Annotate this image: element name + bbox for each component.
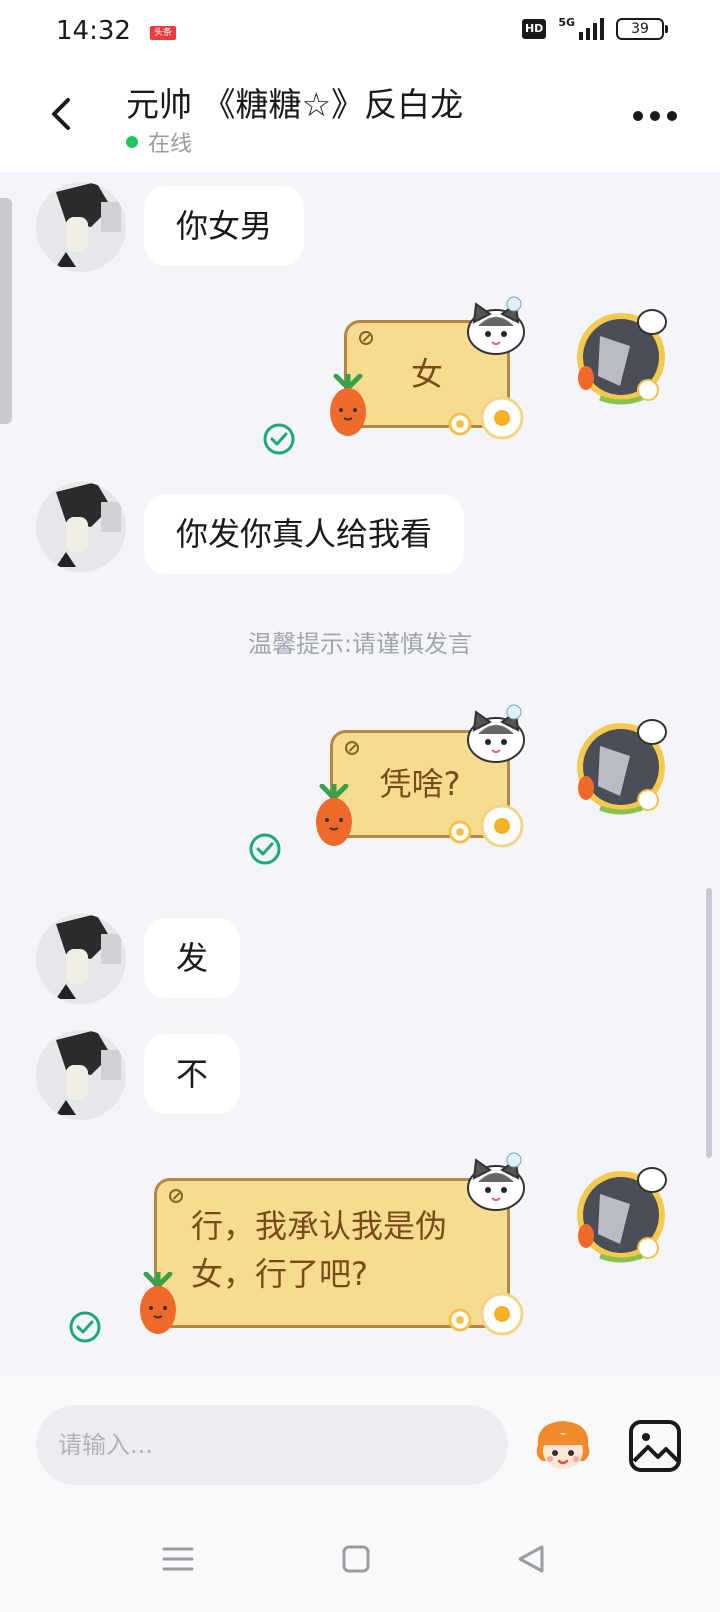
status-time: 14:32 <box>56 16 131 46</box>
message-input[interactable] <box>36 1405 508 1485</box>
system-nav-bar <box>0 1507 720 1612</box>
message-text: 凭啥? <box>379 765 461 803</box>
read-check-icon <box>69 1311 101 1343</box>
bubble-pin-icon <box>359 331 373 345</box>
contact-avatar[interactable] <box>36 1030 126 1120</box>
image-icon[interactable] <box>626 1417 684 1475</box>
hd-badge: HD <box>521 19 547 39</box>
message-list[interactable]: 你女男 女 你发你真人给我看 温馨提示:请谨慎发言 凭啥? 发 不 行，我承认我… <box>0 172 720 1377</box>
carrot-icon <box>330 374 366 436</box>
cat-sticker-icon <box>467 704 525 763</box>
message-text-line-1: 行，我承认我是伪 <box>191 1207 448 1245</box>
message-bubble-left[interactable]: 你发你真人给我看 <box>144 494 465 574</box>
emoji-face-icon[interactable] <box>532 1415 594 1477</box>
cat-sticker-icon <box>467 1152 525 1211</box>
battery-icon: 39 <box>616 18 668 40</box>
battery-level: 39 <box>631 21 649 37</box>
message-bubble-left[interactable]: 不 <box>144 1034 241 1114</box>
carrot-icon <box>140 1272 176 1334</box>
my-avatar[interactable] <box>570 716 672 818</box>
egg-flower-icon <box>448 396 524 440</box>
network-type: 5G <box>558 15 575 29</box>
scrollbar-thumb[interactable] <box>706 888 712 1158</box>
contact-avatar[interactable] <box>36 482 126 572</box>
back-icon[interactable] <box>40 92 84 136</box>
read-check-icon <box>263 423 295 455</box>
status-bar: 14:32 头条 HD 5G 39 <box>0 0 720 62</box>
carrot-icon <box>316 784 352 846</box>
egg-flower-icon <box>448 1292 524 1336</box>
online-status: 在线 <box>126 126 192 158</box>
status-right: HD 5G 39 <box>521 15 668 40</box>
my-avatar[interactable] <box>570 1164 672 1266</box>
egg-flower-icon <box>448 804 524 848</box>
my-avatar[interactable] <box>570 306 672 408</box>
bubble-pin-icon <box>345 741 359 755</box>
message-text-line-2: 女，行了吧? <box>191 1255 368 1293</box>
input-bar <box>0 1377 720 1507</box>
read-check-icon <box>249 833 281 865</box>
cat-sticker-icon <box>467 296 525 355</box>
home-square-icon[interactable] <box>336 1539 376 1579</box>
chat-title: 元帅 《糖糖☆》反白龙 <box>126 85 464 124</box>
chat-header: 元帅 《糖糖☆》反白龙 在线 <box>0 62 720 172</box>
more-dots-icon[interactable] <box>632 106 678 126</box>
signal-icon <box>579 18 604 40</box>
message-bubble-left[interactable]: 发 <box>144 918 241 998</box>
message-bubble-left[interactable]: 你女男 <box>144 186 305 266</box>
contact-avatar[interactable] <box>36 914 126 1004</box>
back-triangle-icon[interactable] <box>512 1539 552 1579</box>
system-tip: 温馨提示:请谨慎发言 <box>247 630 473 658</box>
bubble-pin-icon <box>169 1189 183 1203</box>
notification-app-badge: 头条 <box>150 26 176 40</box>
menu-icon[interactable] <box>158 1539 198 1579</box>
edge-handle <box>0 198 12 424</box>
contact-avatar[interactable] <box>36 182 126 272</box>
online-dot-icon <box>126 136 138 148</box>
online-status-text: 在线 <box>148 132 193 157</box>
